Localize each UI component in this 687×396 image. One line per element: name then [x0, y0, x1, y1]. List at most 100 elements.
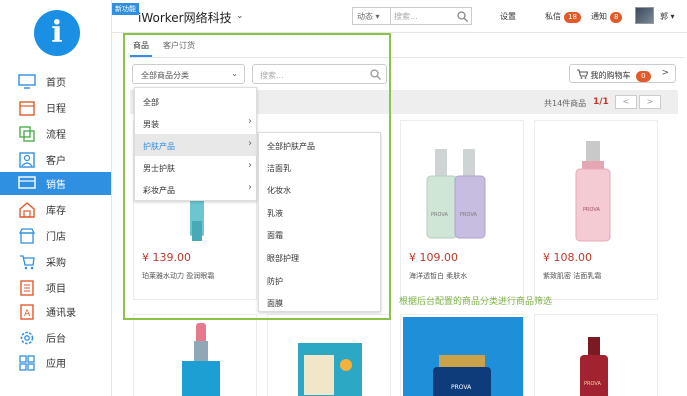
page-indicator: 1/1	[593, 97, 609, 107]
sidebar-item-inventory[interactable]: 库存	[0, 198, 111, 221]
tab-customer-orders[interactable]: 客户订货	[163, 40, 195, 51]
sidebar-item-label: 通讯录	[46, 308, 76, 319]
sidebar-item-schedule[interactable]: 日程	[0, 96, 111, 119]
apps-icon	[18, 354, 36, 371]
new-feature-badge[interactable]: 新功能	[112, 3, 139, 15]
svg-text:PROVA: PROVA	[583, 207, 600, 213]
sidebar-item-purchase[interactable]: 采购	[0, 250, 111, 273]
sidebar-item-flow[interactable]: 流程	[0, 122, 111, 145]
product-name[interactable]: 珀莱雅水动力 盈润眼霜	[142, 271, 214, 281]
category-dropdown: 全部 男装 › 护肤产品 › 男士护肤 › 彩妆产品 ›	[134, 87, 258, 201]
user-menu[interactable]: 郭 ▾	[660, 11, 675, 22]
category-option-menswear[interactable]: 男装 ›	[135, 112, 258, 134]
subcategory-option[interactable]: 防护	[259, 270, 382, 292]
product-search-placeholder: 搜索...	[260, 71, 284, 80]
chevron-right-icon: ›	[248, 160, 252, 171]
product-card[interactable]	[267, 314, 391, 396]
product-card[interactable]	[133, 314, 257, 396]
product-card[interactable]: PROVA	[534, 314, 658, 396]
chevron-down-icon: ⌄	[231, 69, 238, 78]
messages-link[interactable]: 私信 18	[545, 11, 581, 23]
monitor-icon	[18, 74, 36, 90]
subcategory-option[interactable]: 化妆水	[259, 179, 382, 201]
gear-icon	[18, 330, 36, 346]
chevron-down-icon[interactable]: ⌄	[236, 11, 244, 21]
category-option-skincare[interactable]: 护肤产品 ›	[135, 134, 258, 156]
contacts-icon: A	[18, 303, 36, 320]
product-price: ¥ 108.00	[543, 251, 592, 264]
search-icon[interactable]	[370, 69, 381, 82]
category-option-all[interactable]: 全部	[135, 90, 258, 112]
sidebar-item-label: 销售	[46, 180, 66, 191]
product-name[interactable]: 紫致肌密 洁面乳霜	[543, 271, 601, 281]
sidebar-item-contacts[interactable]: A 通讯录	[0, 300, 111, 323]
sidebar-item-label: 日程	[46, 104, 66, 115]
customer-icon	[18, 151, 36, 168]
sidebar-item-label: 应用	[46, 359, 66, 370]
results-summary: 共14件商品	[544, 99, 587, 108]
annotation-text: 根据后台配置的商品分类进行商品筛选	[399, 297, 553, 307]
svg-text:A: A	[24, 309, 31, 319]
sidebar-item-home[interactable]: 首页	[0, 70, 111, 93]
product-image	[182, 323, 220, 396]
sidebar-item-label: 客户	[46, 156, 66, 167]
product-name[interactable]: 海洋透皙白 柔肤水	[409, 271, 467, 281]
flow-icon	[18, 125, 36, 142]
active-tab-indicator	[130, 55, 152, 57]
product-card[interactable]: PROVA	[400, 314, 524, 396]
subcategory-option[interactable]: 面霜	[259, 224, 382, 246]
search-icon[interactable]	[457, 11, 468, 24]
category-option-label: 彩妆产品	[143, 186, 175, 195]
prev-page-button[interactable]: <	[615, 95, 637, 109]
category-option-label: 男装	[143, 120, 159, 129]
company-name[interactable]: iWorker网络科技	[138, 9, 232, 26]
settings-link[interactable]: 设置	[500, 11, 516, 22]
tab-products[interactable]: 商品	[133, 40, 149, 51]
notices-label: 通知	[591, 12, 607, 21]
category-option-makeup[interactable]: 彩妆产品 ›	[135, 178, 258, 200]
top-search-input[interactable]: 搜索...	[390, 7, 472, 25]
my-cart-button[interactable]: 我的购物车 0 >	[569, 64, 676, 83]
subcategory-option[interactable]: 眼部护理	[259, 247, 382, 269]
notices-link[interactable]: 通知 8	[591, 11, 623, 23]
sidebar-item-project[interactable]: 项目	[0, 276, 111, 299]
messages-count-badge: 18	[564, 12, 581, 23]
subcategory-option[interactable]: 洁面乳	[259, 157, 382, 179]
sidebar-item-store[interactable]: 门店	[0, 224, 111, 247]
sidebar-item-sales[interactable]: 销售	[0, 172, 111, 195]
product-price: ¥ 109.00	[409, 251, 458, 264]
top-bar: 新功能 iWorker网络科技 ⌄ 动态 ▾ 搜索... 设置 私信 18 通知 8…	[112, 0, 687, 33]
category-option-mens-skincare[interactable]: 男士护肤 ›	[135, 156, 258, 178]
chevron-right-icon: ›	[248, 182, 252, 193]
sidebar-item-admin[interactable]: 后台	[0, 326, 111, 349]
category-select-value: 全部商品分类	[141, 71, 189, 80]
project-icon	[18, 279, 36, 296]
product-card[interactable]: PROVA PROVA ¥ 109.00 海洋透皙白 柔肤水	[400, 120, 524, 300]
search-scope-label: 动态	[357, 12, 373, 21]
product-price: ¥ 139.00	[142, 251, 191, 264]
warehouse-icon	[18, 201, 36, 218]
sidebar-item-label: 项目	[46, 284, 66, 295]
subcategory-option[interactable]: 全部护肤产品	[259, 135, 382, 157]
cart-count-badge: 0	[636, 71, 651, 82]
user-name: 郭	[660, 12, 668, 21]
product-search-input[interactable]: 搜索...	[252, 64, 387, 84]
svg-text:PROVA: PROVA	[451, 384, 472, 391]
svg-text:PROVA: PROVA	[584, 381, 601, 387]
category-option-label: 护肤产品	[143, 142, 175, 151]
sidebar-item-customer[interactable]: 客户	[0, 148, 111, 171]
cart-icon	[18, 254, 36, 270]
sidebar-item-apps[interactable]: 应用	[0, 351, 111, 374]
top-search-placeholder: 搜索...	[394, 12, 418, 21]
avatar[interactable]	[635, 7, 654, 24]
app-logo[interactable]: i	[34, 10, 80, 56]
subcategory-option[interactable]: 乳液	[259, 202, 382, 224]
chevron-right-icon: ›	[248, 138, 252, 149]
category-select[interactable]: 全部商品分类 ⌄	[132, 64, 245, 84]
subcategory-option[interactable]: 面膜	[259, 292, 382, 314]
next-page-button[interactable]: >	[639, 95, 661, 109]
search-scope-select[interactable]: 动态 ▾	[352, 7, 390, 25]
product-card[interactable]: PROVA ¥ 108.00 紫致肌密 洁面乳霜	[534, 120, 658, 300]
category-option-label: 男士护肤	[143, 164, 175, 173]
store-icon	[18, 227, 36, 244]
